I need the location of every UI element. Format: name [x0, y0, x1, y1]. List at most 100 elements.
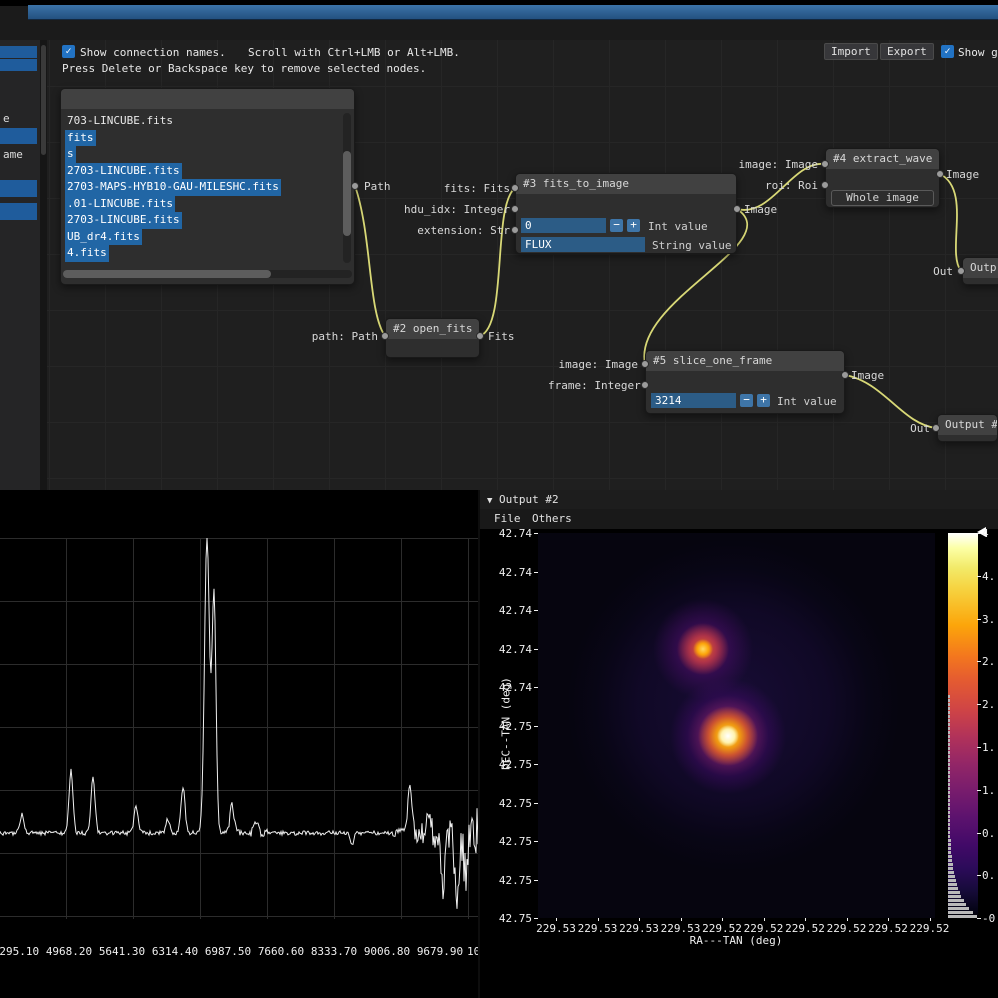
port-fitstoimage-hdu-in[interactable] — [511, 205, 519, 213]
frame-increment-button[interactable]: + — [757, 394, 770, 407]
port-fitstoimage-ext-in[interactable] — [511, 226, 519, 234]
port-output1-in[interactable] — [957, 267, 965, 275]
sidebar-scrollbar[interactable] — [40, 40, 47, 490]
port-fitstoimage-fits-in[interactable] — [511, 184, 519, 192]
file-list-item[interactable]: 4.fits — [63, 245, 343, 262]
port-filelist-path-out[interactable] — [351, 182, 359, 190]
histogram-bar — [948, 787, 950, 790]
heatmap-image[interactable] — [538, 533, 935, 918]
node-output-2[interactable]: Output # — [937, 414, 998, 442]
frame-decrement-button[interactable]: − — [740, 394, 753, 407]
sidebar-item[interactable]: ame — [0, 148, 37, 162]
show-connection-names-checkbox[interactable]: ✓ — [62, 45, 75, 58]
image-x-tick-label: 229.52 — [826, 922, 868, 935]
slice-one-frame-output-label: Image — [851, 369, 884, 382]
image-y-tick — [534, 918, 538, 919]
file-list-hscrollbar[interactable] — [63, 270, 352, 278]
import-button[interactable]: Import — [824, 43, 878, 60]
histogram-bar — [948, 779, 950, 782]
show-connection-names-label: Show connection names. — [80, 46, 226, 59]
file-list-item[interactable]: fits — [63, 130, 343, 147]
string-value-label: String value — [652, 239, 731, 252]
open-fits-output-label: Fits — [488, 330, 515, 343]
image-y-tick — [534, 572, 538, 573]
node-output-1[interactable]: Outp — [962, 257, 998, 285]
port-fitstoimage-image-out[interactable] — [733, 205, 741, 213]
image-y-tick — [534, 880, 538, 881]
port-output2-in[interactable] — [932, 424, 940, 432]
image-x-tick-label: 229.52 — [867, 922, 909, 935]
show-grid-checkbox[interactable]: ✓ — [941, 45, 954, 58]
hdu-idx-field[interactable]: 0 — [521, 218, 606, 233]
file-list-vscrollbar[interactable] — [343, 113, 351, 263]
sidebar-item[interactable] — [0, 59, 37, 71]
port-extractwave-image-in[interactable] — [821, 160, 829, 168]
port-extractwave-roi-in[interactable] — [821, 181, 829, 189]
port-slice-image-out[interactable] — [841, 371, 849, 379]
colorbar[interactable] — [948, 533, 978, 918]
slice-one-frame-title[interactable]: #5 slice_one_frame — [646, 351, 844, 371]
axis-xlabel: RA---TAN (deg) — [636, 934, 836, 947]
spectrum-x-tick-label: 7660.60 — [255, 945, 307, 958]
hscroll-thumb[interactable] — [63, 270, 271, 278]
image-x-tick — [930, 918, 931, 921]
histogram-bar — [948, 711, 950, 714]
histogram-bar — [948, 759, 950, 762]
output-2-title[interactable]: Output # — [938, 415, 997, 435]
node-file-list[interactable]: 703-LINCUBE.fitsfitss2703-LINCUBE.fits27… — [60, 88, 355, 285]
spectrum-x-tick-label: 6314.40 — [149, 945, 201, 958]
histogram-bar — [948, 735, 950, 738]
fits-input-label: fits: Fits — [380, 182, 510, 195]
image-y-tick-label: 42.74 — [490, 643, 532, 656]
sidebar-item[interactable]: e — [0, 112, 37, 126]
spectrum-x-tick-label: 8333.70 — [308, 945, 360, 958]
output-1-input-label: Out — [925, 265, 953, 278]
collapse-icon[interactable]: ▼ — [487, 496, 492, 506]
file-list-item[interactable]: UB_dr4.fits — [63, 229, 343, 246]
file-list-item[interactable]: s — [63, 146, 343, 163]
menu-file[interactable]: File — [494, 509, 521, 529]
port-slice-image-in[interactable] — [641, 360, 649, 368]
sidebar-item[interactable] — [0, 128, 37, 144]
histogram-bar — [948, 771, 950, 774]
file-node-header[interactable] — [61, 89, 354, 109]
window-titlebar[interactable] — [28, 5, 998, 20]
spectrum-x-tick-label: 4295.10 — [0, 945, 42, 958]
file-list-item[interactable]: 703-LINCUBE.fits — [63, 113, 343, 130]
sidebar-item[interactable] — [0, 46, 37, 58]
sidebar-item[interactable] — [0, 180, 37, 197]
port-openfits-fits-out[interactable] — [476, 332, 484, 340]
file-list-item[interactable]: .01-LINCUBE.fits — [63, 196, 343, 213]
output-1-title[interactable]: Outp — [963, 258, 998, 278]
file-list-item[interactable]: 2703-LINCUBE.fits — [63, 163, 343, 180]
spectrum-x-tick-label: 6987.50 — [202, 945, 254, 958]
hdu-idx-increment-button[interactable]: + — [627, 219, 640, 232]
viewer-header[interactable]: ▼ Output #2 — [480, 490, 998, 509]
port-openfits-path-in[interactable] — [381, 332, 389, 340]
hdu-idx-decrement-button[interactable]: − — [610, 219, 623, 232]
fits-to-image-title[interactable]: #3 fits_to_image — [516, 174, 736, 194]
viewer-menubar: File Others — [480, 509, 998, 529]
histogram-bar — [948, 707, 950, 710]
whole-image-button[interactable]: Whole image — [831, 190, 934, 206]
spectrum-x-tick-label: 10353.00 — [467, 945, 478, 958]
extract-wave-title[interactable]: #4 extract_wave — [826, 149, 939, 169]
frame-field[interactable]: 3214 — [651, 393, 736, 408]
port-slice-frame-in[interactable] — [641, 381, 649, 389]
spectrum-x-tick-label: 9006.80 — [361, 945, 413, 958]
menu-others[interactable]: Others — [532, 509, 572, 529]
histogram-bar — [948, 763, 950, 766]
sidebar-item[interactable] — [0, 203, 37, 220]
port-extractwave-image-out[interactable] — [936, 170, 944, 178]
extension-field[interactable]: FLUX — [521, 237, 645, 252]
export-button[interactable]: Export — [880, 43, 934, 60]
vscroll-thumb[interactable] — [343, 151, 351, 236]
sidebar-scroll-thumb[interactable] — [41, 45, 46, 155]
histogram-bar — [948, 867, 953, 870]
node-open-fits[interactable]: #2 open_fits — [385, 318, 480, 358]
image-x-tick-label: 229.53 — [618, 922, 660, 935]
file-list-item[interactable]: 2703-LINCUBE.fits — [63, 212, 343, 229]
file-list-item[interactable]: 2703-MAPS-HYB10-GAU-MILESHC.fits — [63, 179, 343, 196]
open-fits-title[interactable]: #2 open_fits — [386, 319, 479, 339]
colorbar-tick — [977, 576, 981, 577]
